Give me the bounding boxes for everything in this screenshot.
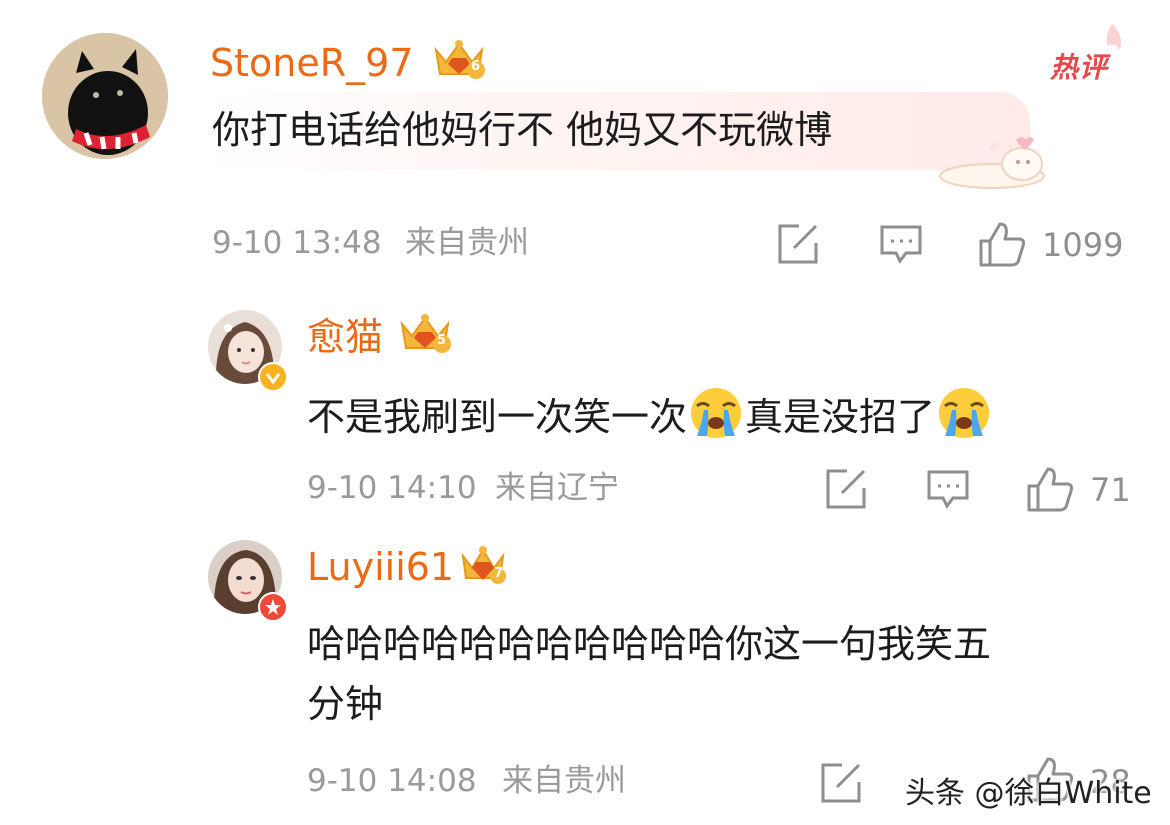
- comment-time: 9-10 14:10: [307, 470, 477, 506]
- username[interactable]: Luyiii61: [307, 548, 454, 586]
- crown-badge-icon: 7: [460, 544, 506, 592]
- username[interactable]: StoneR_97: [210, 44, 414, 82]
- comment-2: 愈猫 5 不是我刷到一次笑一次 真是没招了 9-10 14:10 来自辽宁 71: [0, 290, 1170, 530]
- avatar[interactable]: [42, 33, 168, 159]
- share-icon[interactable]: [820, 762, 862, 804]
- hot-flame-icon: [1098, 22, 1128, 60]
- like-count: 71: [1090, 471, 1131, 509]
- member-badge-icon: [258, 592, 288, 622]
- watermark: 头条 @徐白White: [905, 776, 1152, 811]
- comment-icon[interactable]: [880, 225, 922, 265]
- crown-badge-icon: 5: [398, 312, 452, 360]
- comment-text: 哈哈哈哈哈哈哈哈哈哈哈你这一句我笑五 分钟: [307, 614, 991, 734]
- like-count: 1099: [1042, 226, 1124, 264]
- comment-text: 不是我刷到一次笑一次 真是没招了: [307, 386, 993, 451]
- comment-text-line2: 分钟: [307, 682, 384, 726]
- verified-badge-icon: [258, 362, 288, 392]
- crying-face-icon: [687, 386, 745, 451]
- cat-sticker-icon: [930, 128, 1050, 194]
- cat-avatar-image: [42, 33, 168, 159]
- comment-text-part1: 不是我刷到一次笑一次: [307, 395, 688, 439]
- comment-time: 9-10 13:48: [212, 225, 382, 261]
- crown-level: 7: [494, 566, 504, 581]
- comment-icon[interactable]: [927, 470, 969, 510]
- username[interactable]: 愈猫: [307, 318, 383, 356]
- comment-text: 你打电话给他妈行不 他妈又不玩微博: [212, 108, 833, 152]
- like-icon[interactable]: [978, 221, 1026, 267]
- like-icon[interactable]: [1026, 466, 1074, 512]
- comment-time: 9-10 14:08: [307, 763, 477, 799]
- crown-badge-icon: 6: [432, 38, 486, 86]
- crown-level: 5: [437, 333, 447, 348]
- comment-location: 来自贵州: [405, 225, 529, 261]
- comment-location: 来自辽宁: [495, 470, 619, 506]
- crown-level: 6: [471, 59, 481, 74]
- comment-text-line1: 哈哈哈哈哈哈哈哈哈哈哈你这一句我笑五: [307, 622, 992, 666]
- comment-text-part2: 真是没招了: [745, 395, 936, 439]
- share-icon[interactable]: [777, 223, 819, 265]
- share-icon[interactable]: [825, 468, 867, 510]
- comment-1: StoneR_97 6 热评 你打电话给他妈行不 他妈又不玩微博 9-10 13…: [0, 0, 1170, 290]
- comment-location: 来自贵州: [502, 763, 626, 799]
- comment-3: Luyiii61 7 哈哈哈哈哈哈哈哈哈哈哈你这一句我笑五 分钟 9-10 14…: [0, 530, 1170, 825]
- crying-face-icon: [935, 386, 993, 451]
